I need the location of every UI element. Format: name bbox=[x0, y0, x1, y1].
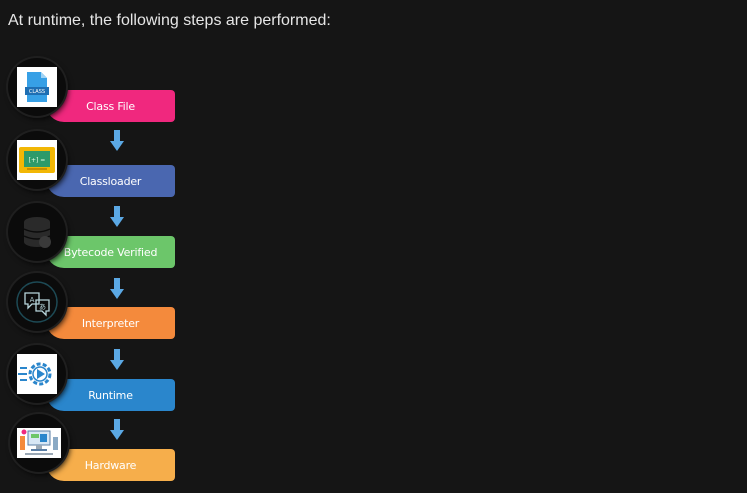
step-icon-circle: [+] = bbox=[8, 131, 66, 189]
down-arrow-icon bbox=[110, 206, 124, 227]
step-icon-circle: A あ bbox=[8, 273, 66, 331]
step-label: Classloader bbox=[79, 174, 142, 188]
step-bytecode-verified: Bytecode Verified bbox=[46, 236, 175, 268]
down-arrow-icon bbox=[110, 419, 124, 440]
step-icon-circle bbox=[8, 345, 66, 403]
gear-play-icon bbox=[17, 354, 57, 394]
step-label: Class File bbox=[86, 99, 135, 113]
svg-text:A: A bbox=[30, 296, 35, 304]
step-icon-circle bbox=[8, 203, 66, 261]
step-class-file: Class File bbox=[46, 90, 175, 122]
step-icon-circle: CLASS bbox=[8, 58, 66, 116]
svg-text:[+] =: [+] = bbox=[29, 157, 46, 164]
class-file-icon: CLASS bbox=[17, 67, 57, 107]
runtime-steps-diagram: Class File CLASS Classloader [+] = Bytec… bbox=[0, 0, 200, 493]
step-interpreter: Interpreter bbox=[46, 307, 175, 339]
database-icon bbox=[23, 217, 51, 248]
step-label: Runtime bbox=[88, 388, 133, 402]
computer-icon bbox=[17, 428, 61, 458]
step-label: Interpreter bbox=[81, 316, 140, 330]
svg-text:あ: あ bbox=[39, 303, 46, 311]
step-icon-circle bbox=[10, 414, 68, 472]
step-runtime: Runtime bbox=[46, 379, 175, 411]
classloader-icon: [+] = bbox=[17, 140, 57, 180]
step-label: Hardware bbox=[84, 458, 137, 472]
step-label: Bytecode Verified bbox=[63, 245, 158, 259]
translate-icon: A あ bbox=[16, 281, 58, 323]
down-arrow-icon bbox=[110, 278, 124, 299]
step-classloader: Classloader bbox=[46, 165, 175, 197]
down-arrow-icon bbox=[110, 130, 124, 151]
svg-text:CLASS: CLASS bbox=[29, 89, 45, 95]
down-arrow-icon bbox=[110, 349, 124, 370]
